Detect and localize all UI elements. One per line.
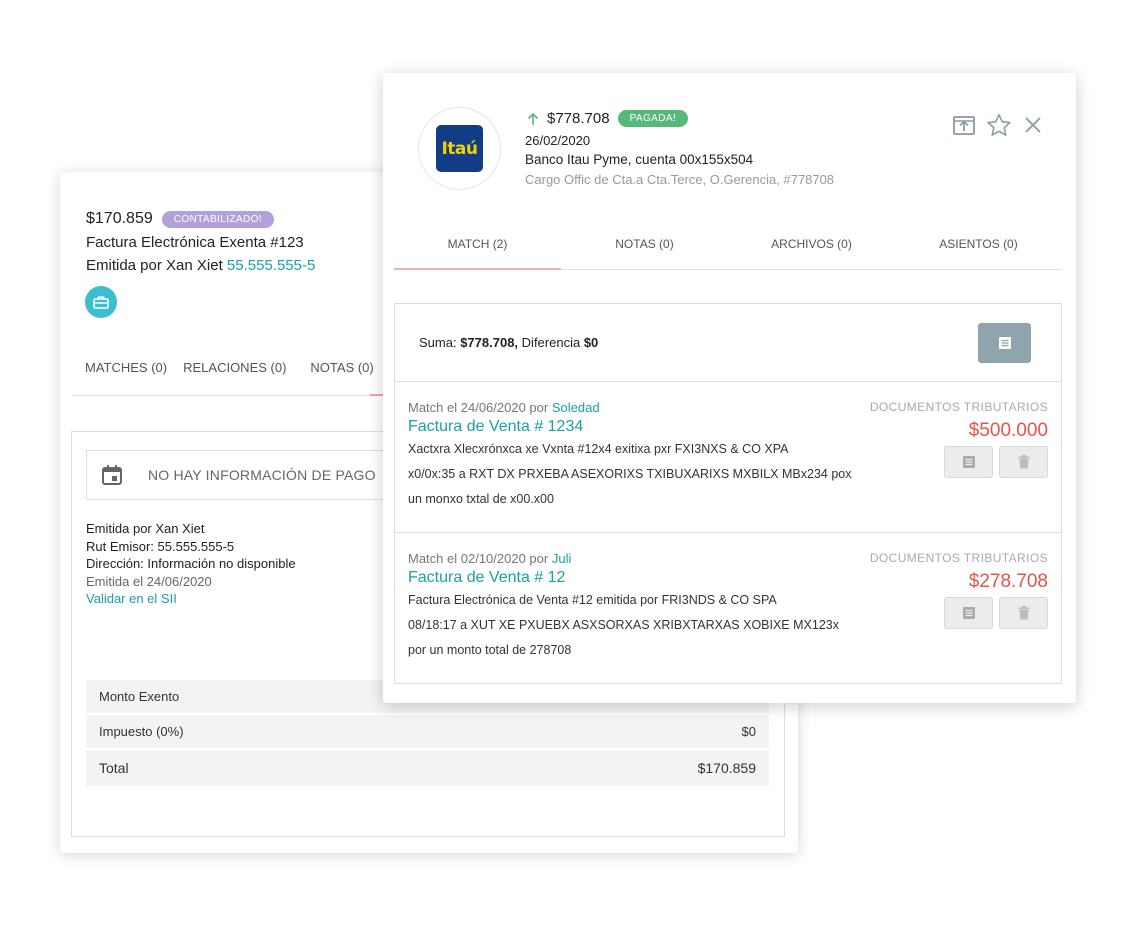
address-label: Dirección: — [86, 556, 144, 571]
emitted-by-label: Emitida por — [86, 521, 152, 536]
tab-active-indicator — [370, 394, 384, 396]
delete-match-button[interactable] — [999, 446, 1048, 478]
desc-line: un monxo txtal de x00.x00 — [408, 492, 554, 506]
match-title-link[interactable]: Factura de Venta # 12 — [408, 569, 1048, 587]
doc-type-label: DOCUMENTOS TRIBUTARIOS — [869, 400, 1048, 414]
list-view-button[interactable] — [978, 322, 1031, 363]
document-icon — [962, 607, 975, 619]
tab-notas[interactable]: NOTAS (0) — [310, 360, 373, 375]
tab-divider — [72, 395, 412, 396]
tab-matches[interactable]: MATCHES (0) — [85, 360, 167, 375]
invoice-title: Factura Electrónica Exenta #123 — [86, 234, 304, 251]
validate-sii-link[interactable]: Validar en el SII — [86, 590, 296, 608]
sum-bar: Suma: $778.708, Diferencia $0 — [395, 304, 1061, 382]
invoice-header: $170.859 CONTABILIZADO! — [86, 210, 274, 228]
detail-address: Dirección: Información no disponible — [86, 555, 296, 573]
sum-value: $778.708, — [460, 335, 519, 350]
share-icon[interactable] — [952, 114, 976, 136]
briefcase-icon — [93, 296, 109, 309]
transaction-tabs: MATCH (2) NOTAS (0) ARCHIVOS (0) ASIENTO… — [394, 225, 1062, 270]
tab-notas[interactable]: NOTAS (0) — [561, 225, 728, 269]
match-meta-text: Match el 24/06/2020 por — [408, 400, 549, 415]
list-icon — [998, 336, 1011, 349]
match-actions — [944, 446, 1048, 478]
detail-emitted-date: Emitida el 24/06/2020 — [86, 573, 212, 589]
match-item: Match el 02/10/2020 por Juli Factura de … — [395, 533, 1061, 684]
bank-logo: Itaú — [418, 107, 501, 190]
table-row-total: Total $170.859 — [86, 750, 769, 788]
sum-summary: Suma: $778.708, Diferencia $0 — [419, 335, 598, 350]
match-user-link[interactable]: Soledad — [552, 400, 600, 415]
transaction-description: Cargo Offic de Cta.a Cta.Terce, O.Gerenc… — [525, 172, 835, 187]
match-title-link[interactable]: Factura de Venta # 1234 — [408, 418, 1048, 436]
invoice-tabs: MATCHES (0) RELACIONES (0) NOTAS (0) — [85, 360, 390, 375]
row-value: $170.859 — [697, 760, 756, 776]
doc-amount: $500.000 — [968, 420, 1048, 441]
desc-line: por un monto total de 278708 — [408, 643, 572, 657]
status-badge: PAGADA! — [617, 110, 689, 127]
tab-archivos[interactable]: ARCHIVOS (0) — [728, 225, 895, 269]
row-label: Monto Exento — [99, 689, 180, 704]
doc-type-label: DOCUMENTOS TRIBUTARIOS — [869, 551, 1048, 565]
trash-icon — [1018, 606, 1029, 620]
diff-value: $0 — [583, 335, 599, 350]
rut-value: 55.555.555-5 — [157, 538, 235, 554]
arrow-up-icon — [527, 112, 539, 125]
sum-label: Suma: — [419, 335, 457, 350]
address-value: Información no disponible — [147, 556, 296, 571]
emitted-by-value: Xan Xiet — [155, 521, 205, 536]
row-value: $0 — [741, 724, 756, 739]
match-meta-text: Match el 02/10/2020 por — [408, 551, 549, 566]
row-label: Total — [99, 760, 129, 776]
invoice-issuer: Emitida por Xan Xiet 55.555.555-5 — [86, 257, 315, 274]
invoice-details: Emitida por Xan Xiet Rut Emisor: 55.555.… — [86, 520, 296, 608]
payment-info-label: NO HAY INFORMACIÓN DE PAGO — [148, 467, 376, 483]
issuer-rut-link[interactable]: 55.555.555-5 — [227, 257, 315, 274]
doc-amount: $278.708 — [968, 571, 1048, 592]
star-icon[interactable] — [986, 113, 1012, 137]
detail-rut: Rut Emisor: 55.555.555-5 — [86, 538, 296, 556]
diff-label: Diferencia — [521, 335, 581, 350]
transaction-date: 26/02/2020 — [525, 133, 591, 148]
status-badge: CONTABILIZADO! — [161, 210, 274, 228]
match-actions — [944, 597, 1048, 629]
transaction-header: $778.708 PAGADA! — [527, 110, 689, 127]
issuer-label: Emitida por Xan Xiet — [86, 257, 223, 274]
close-icon[interactable] — [1022, 114, 1044, 136]
row-label: Impuesto (0%) — [99, 724, 184, 739]
match-user-link[interactable]: Juli — [552, 551, 572, 566]
tab-relaciones[interactable]: RELACIONES (0) — [183, 360, 286, 375]
tab-asientos[interactable]: ASIENTOS (0) — [895, 225, 1062, 269]
view-document-button[interactable] — [944, 597, 993, 629]
transaction-amount: $778.708 — [547, 110, 610, 127]
itau-logo: Itaú — [436, 125, 483, 172]
delete-match-button[interactable] — [999, 597, 1048, 629]
logo-text: Itaú — [441, 138, 478, 159]
calendar-icon — [102, 465, 122, 485]
rut-label: Rut Emisor: — [86, 538, 154, 554]
document-icon — [962, 456, 975, 468]
trash-icon — [1018, 455, 1029, 469]
tab-match[interactable]: MATCH (2) — [394, 225, 561, 270]
payment-info-box: NO HAY INFORMACIÓN DE PAGO — [86, 450, 406, 500]
transaction-card: Itaú $778.708 PAGADA! 26/02/2020 Banco I… — [383, 73, 1076, 703]
table-row: Impuesto (0%) $0 — [86, 715, 769, 750]
view-document-button[interactable] — [944, 446, 993, 478]
match-panel: Suma: $778.708, Diferencia $0 Match el 2… — [394, 303, 1062, 684]
match-item: Match el 24/06/2020 por Soledad Factura … — [395, 382, 1061, 533]
card-actions — [952, 113, 1044, 137]
bank-account: Banco Itau Pyme, cuenta 00x155x504 — [525, 152, 754, 167]
invoice-amount: $170.859 — [86, 210, 153, 227]
detail-emitted-by: Emitida por Xan Xiet — [86, 520, 296, 538]
briefcase-button[interactable] — [85, 286, 117, 318]
